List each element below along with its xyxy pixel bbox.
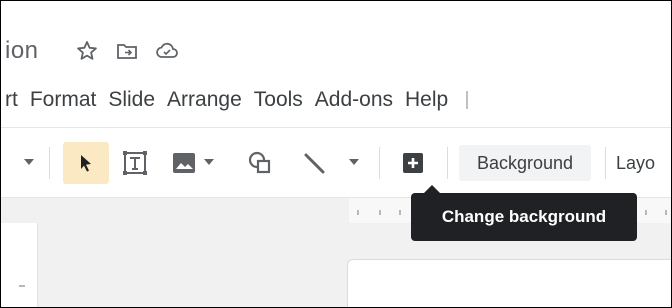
image-caret-icon[interactable]: [203, 157, 215, 167]
star-icon[interactable]: [73, 37, 101, 65]
menu-slide[interactable]: Slide: [102, 88, 161, 112]
shape-icon[interactable]: [243, 145, 277, 181]
layout-button[interactable]: Layo: [616, 145, 655, 181]
image-icon[interactable]: [167, 145, 201, 181]
select-arrow-icon[interactable]: [63, 142, 109, 184]
ruler-tick: [645, 210, 647, 215]
ruler-tick: [665, 210, 667, 215]
move-to-folder-icon[interactable]: [113, 37, 141, 65]
toolbar-separator: [447, 147, 448, 179]
menu-tools[interactable]: Tools: [248, 88, 309, 112]
menu-overflow-divider: [466, 91, 469, 109]
toolbar-separator: [379, 147, 380, 179]
line-icon[interactable]: [297, 145, 331, 181]
tooltip-text: Change background: [441, 207, 607, 226]
menu-help[interactable]: Help: [399, 88, 454, 112]
text-box-icon[interactable]: [117, 145, 153, 181]
new-comment-icon[interactable]: [395, 145, 431, 181]
menu-insert[interactable]: rt: [1, 88, 24, 112]
app-window: ion rt Format Slide Arrange Tools Add-on…: [0, 0, 672, 308]
ruler-tick: [19, 285, 25, 287]
toolbar: Background Layo: [1, 139, 671, 185]
document-title[interactable]: ion: [5, 37, 39, 65]
background-button[interactable]: Background: [459, 145, 591, 181]
slide-canvas[interactable]: [347, 259, 671, 307]
toolbar-separator: [49, 147, 50, 179]
vertical-ruler: [1, 223, 38, 307]
menu-bar: rt Format Slide Arrange Tools Add-ons He…: [1, 83, 469, 117]
divider: [1, 127, 671, 128]
ruler-tick: [357, 210, 359, 215]
ruler-tick: [379, 210, 381, 215]
menu-arrange[interactable]: Arrange: [161, 88, 248, 112]
line-caret-icon[interactable]: [347, 157, 361, 167]
cloud-saved-icon[interactable]: [153, 37, 181, 65]
title-bar: ion: [1, 31, 181, 71]
zoom-caret-icon[interactable]: [21, 157, 37, 167]
ruler-tick: [399, 210, 401, 215]
menu-format[interactable]: Format: [24, 88, 103, 112]
tooltip: Change background: [411, 193, 637, 241]
menu-add-ons[interactable]: Add-ons: [309, 88, 399, 112]
toolbar-separator: [605, 147, 606, 179]
